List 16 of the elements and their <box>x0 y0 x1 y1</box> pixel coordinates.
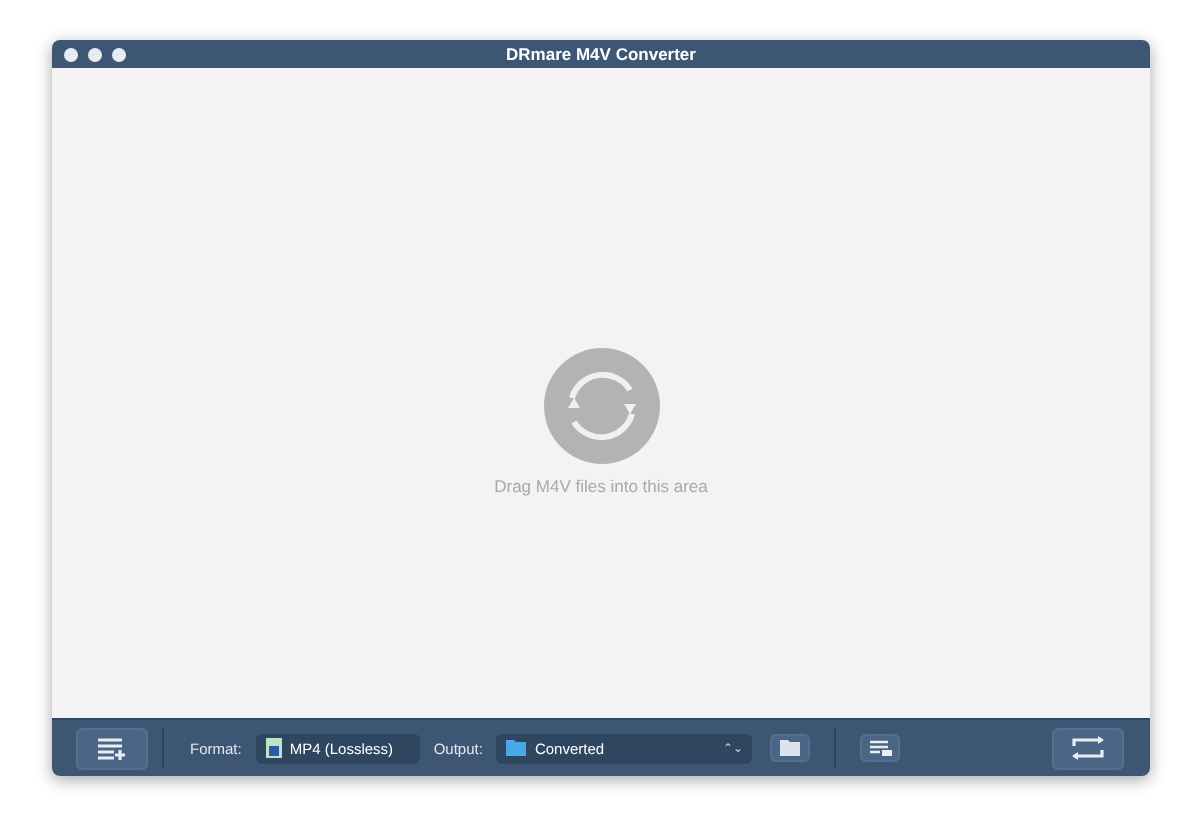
window-title: DRmare M4V Converter <box>506 44 696 64</box>
convert-button[interactable] <box>1052 727 1124 769</box>
format-icon <box>265 738 282 758</box>
convert-icon <box>1070 736 1106 760</box>
add-files-button[interactable] <box>76 727 148 769</box>
window-minimize-button[interactable] <box>88 47 102 61</box>
drop-hint: Drag M4V files into this area <box>494 475 708 495</box>
folder-icon <box>506 740 527 756</box>
convert-circle-icon <box>543 347 659 463</box>
open-folder-button[interactable] <box>770 734 811 762</box>
folder-icon <box>780 740 801 756</box>
window-zoom-button[interactable] <box>112 47 126 61</box>
list-icon <box>869 740 892 756</box>
window-close-button[interactable] <box>64 47 78 61</box>
list-add-icon <box>98 737 126 759</box>
history-button[interactable] <box>860 734 901 762</box>
